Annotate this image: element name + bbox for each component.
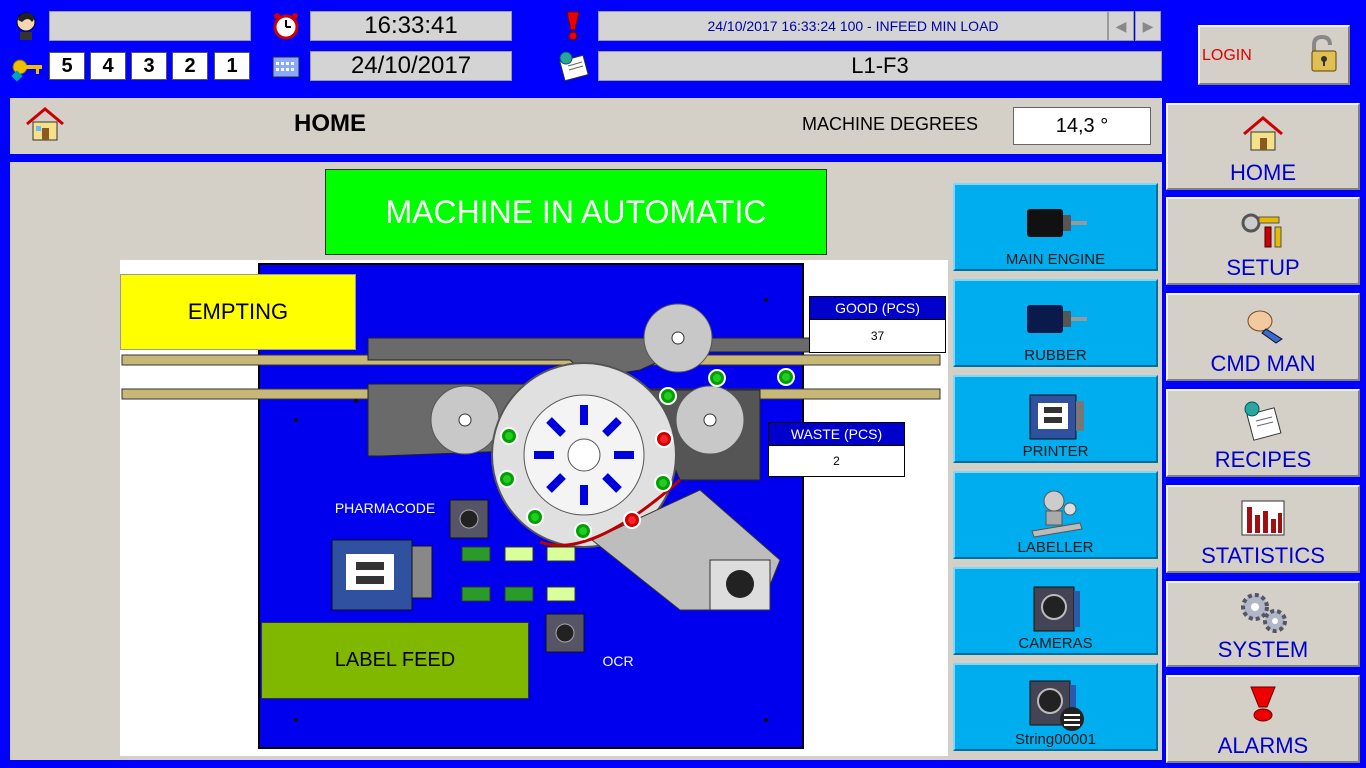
cameras-button[interactable]: CAMERAS bbox=[953, 567, 1158, 655]
machine-status-banner: MACHINE IN AUTOMATIC bbox=[325, 169, 827, 255]
nav-recipes-button[interactable]: RECIPES bbox=[1166, 389, 1360, 477]
page-title: HOME bbox=[294, 110, 366, 137]
tools-icon bbox=[1241, 213, 1282, 248]
labeller-button[interactable]: LABELLER bbox=[953, 471, 1158, 559]
position-indicator bbox=[708, 369, 726, 387]
motor-icon bbox=[1026, 305, 1087, 333]
nav-home-button[interactable]: HOME bbox=[1166, 103, 1360, 190]
empting-button[interactable]: EMPTING bbox=[120, 274, 356, 350]
waste-counter-label: WASTE (PCS) bbox=[768, 422, 905, 446]
recipe-icon bbox=[556, 50, 590, 82]
device-label: PRINTER bbox=[1022, 443, 1089, 460]
calendar-icon bbox=[272, 54, 300, 78]
gears-icon bbox=[1241, 593, 1287, 633]
device-label: CAMERAS bbox=[1018, 635, 1093, 652]
rubber-button[interactable]: RUBBER bbox=[953, 279, 1158, 367]
printer-button[interactable]: PRINTER bbox=[953, 375, 1158, 463]
hand-icon bbox=[1247, 310, 1283, 344]
position-indicator bbox=[659, 387, 677, 405]
clock-icon bbox=[270, 12, 302, 40]
nav-alarms-button[interactable]: ALARMS bbox=[1166, 675, 1360, 763]
date-display: 24/10/2017 bbox=[310, 51, 512, 81]
padlock-icon bbox=[1306, 34, 1340, 80]
pharmacode-label: PHARMACODE bbox=[334, 500, 436, 516]
access-level-4[interactable]: 4 bbox=[90, 52, 126, 80]
motor-icon bbox=[1026, 209, 1087, 237]
device-label: MAIN ENGINE bbox=[1005, 251, 1106, 268]
alarm-message-field: 24/10/2017 16:33:24 100 - INFEED MIN LOA… bbox=[598, 11, 1108, 41]
user-field bbox=[49, 11, 251, 41]
chart-icon bbox=[1241, 500, 1285, 536]
key-icon bbox=[10, 52, 44, 82]
nav-label: ALARMS bbox=[1217, 733, 1309, 758]
machine-degrees-label: MACHINE DEGREES bbox=[801, 114, 979, 134]
nav-statistics-button[interactable]: STATISTICS bbox=[1166, 485, 1360, 573]
login-button[interactable]: LOGIN bbox=[1198, 25, 1350, 85]
alarm-icon bbox=[1250, 686, 1276, 722]
nav-label: SETUP bbox=[1226, 255, 1300, 280]
nav-cmd-man-button[interactable]: CMD MAN bbox=[1166, 293, 1360, 381]
position-indicator bbox=[500, 427, 518, 445]
nav-system-button[interactable]: SYSTEM bbox=[1166, 581, 1360, 667]
good-counter-label: GOOD (PCS) bbox=[809, 296, 946, 320]
position-indicator bbox=[526, 508, 544, 526]
device-label: RUBBER bbox=[1024, 347, 1087, 364]
access-level-1[interactable]: 1 bbox=[214, 52, 250, 80]
scroll-left-button[interactable]: ◀ bbox=[1108, 11, 1134, 41]
alarm-exclamation-icon bbox=[562, 10, 584, 42]
position-indicator bbox=[777, 368, 795, 386]
device-label: String00001 bbox=[1015, 731, 1096, 748]
home-title-icon bbox=[24, 106, 66, 142]
camera-icon bbox=[1033, 586, 1080, 632]
time-display: 16:33:41 bbox=[310, 11, 512, 41]
printer-icon bbox=[1029, 394, 1084, 440]
position-indicator bbox=[623, 511, 641, 529]
labeller-icon bbox=[1030, 490, 1083, 538]
station-display: L1-F3 bbox=[598, 51, 1162, 81]
main-engine-button[interactable]: MAIN ENGINE bbox=[953, 183, 1158, 271]
ocr-label: OCR bbox=[602, 653, 634, 669]
nav-label: CMD MAN bbox=[1210, 351, 1316, 376]
nav-label: SYSTEM bbox=[1217, 637, 1309, 662]
recipe-icon bbox=[1244, 401, 1282, 441]
label-feed-button[interactable]: LABEL FEED bbox=[261, 622, 529, 699]
device-label: LABELLER bbox=[1017, 539, 1094, 556]
access-level-5[interactable]: 5 bbox=[49, 52, 85, 80]
user-icon bbox=[12, 10, 40, 40]
nav-label: RECIPES bbox=[1214, 447, 1312, 472]
waste-counter-value: 2 bbox=[768, 446, 905, 477]
position-indicator bbox=[654, 474, 672, 492]
camera-icon bbox=[1029, 680, 1084, 731]
nav-label: STATISTICS bbox=[1201, 543, 1325, 568]
nav-label: HOME bbox=[1230, 160, 1296, 185]
position-indicator bbox=[498, 470, 516, 488]
machine-degrees-value: 14,3 ° bbox=[1013, 107, 1151, 145]
position-indicator bbox=[574, 522, 592, 540]
access-level-3[interactable]: 3 bbox=[131, 52, 167, 80]
login-label: LOGIN bbox=[1202, 47, 1252, 64]
good-counter-value: 37 bbox=[809, 320, 946, 353]
scroll-right-button[interactable]: ▶ bbox=[1135, 11, 1161, 41]
nav-setup-button[interactable]: SETUP bbox=[1166, 197, 1360, 285]
position-indicator bbox=[655, 430, 673, 448]
string00001-button[interactable]: String00001 bbox=[953, 663, 1158, 751]
access-level-2[interactable]: 2 bbox=[172, 52, 208, 80]
home-icon bbox=[1243, 116, 1283, 151]
